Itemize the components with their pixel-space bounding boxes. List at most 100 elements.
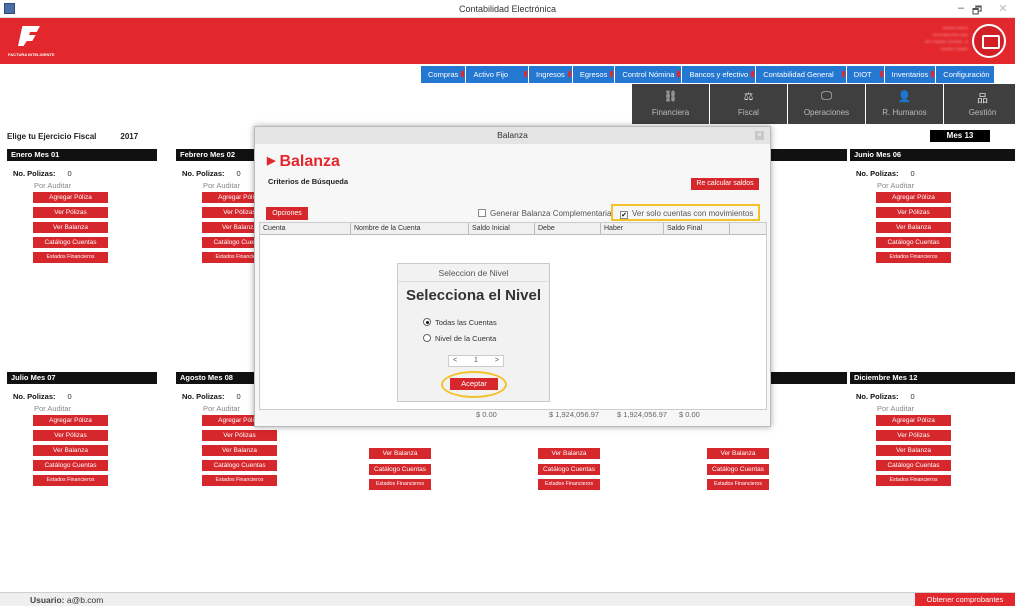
chevron-right-icon[interactable]: > — [495, 356, 499, 366]
ver-polizas-button[interactable]: Ver Pólizas — [876, 430, 951, 441]
mes-13-button[interactable]: Mes 13 — [930, 130, 990, 142]
tile-gestion[interactable]: 品 Gestión — [944, 84, 1015, 124]
agregar-poliza-button[interactable]: Agregar Póliza — [33, 415, 108, 426]
menu-item-inventarios[interactable]: Inventarios — [884, 66, 936, 83]
month-header: Enero Mes 01 — [7, 149, 157, 161]
menu-item-contabilidad-general[interactable]: Contabilidad General — [756, 66, 846, 83]
nivel-stepper[interactable]: < 1 > — [448, 355, 504, 367]
menu-label: Contabilidad General — [763, 70, 834, 79]
user-line: correo@correo.com — [932, 32, 968, 37]
agregar-poliza-button[interactable]: Agregar Póliza — [33, 192, 108, 203]
estados-financieros-button[interactable]: Estados Financieros — [33, 252, 108, 263]
heading-text: Balanza — [279, 153, 340, 170]
close-window-button[interactable]: ✕ — [996, 2, 1010, 15]
month-header-11-partial — [771, 372, 847, 384]
agregar-poliza-button[interactable]: Agregar Póliza — [202, 192, 254, 203]
estados-financieros-button[interactable]: Estados Financieros — [369, 479, 431, 490]
column-header-nombre[interactable]: Nombre de la Cuenta — [351, 223, 469, 234]
agregar-poliza-button[interactable]: Agregar Póliza — [876, 192, 951, 203]
ver-balanza-button[interactable]: Ver Balanza — [33, 222, 108, 233]
menu-item-control-nomina[interactable]: Control Nómina — [615, 66, 682, 83]
estados-financieros-button[interactable]: Estados Financieros — [876, 475, 951, 486]
total-haber: $ 1,924,056.97 — [617, 410, 668, 419]
stepper-value[interactable]: 1 — [474, 356, 478, 366]
radio-todas-cuentas[interactable]: Todas las Cuentas — [423, 318, 549, 327]
tile-label: Gestión — [968, 108, 997, 117]
column-header-debe[interactable]: Debe — [535, 223, 601, 234]
estados-financieros-button[interactable]: Estados Financieros — [33, 475, 108, 486]
radio-selected-icon[interactable] — [423, 318, 431, 326]
estados-financieros-button[interactable]: Estados Financieros — [202, 475, 277, 486]
ver-polizas-button[interactable]: Ver Pólizas — [876, 207, 951, 218]
user-line: RFC DEMO XXX000 - A — [924, 39, 968, 44]
ver-balanza-button[interactable]: Ver Balanza — [707, 448, 769, 459]
dropdown-indicator-icon — [677, 71, 681, 77]
ver-polizas-button[interactable]: Ver Pólizas — [33, 207, 108, 218]
ver-polizas-button[interactable]: Ver Pólizas — [202, 207, 254, 218]
catalogo-cuentas-button[interactable]: Catálogo Cuentas — [33, 237, 108, 248]
agregar-poliza-button[interactable]: Agregar Póliza — [876, 415, 951, 426]
generar-complementaria-checkbox[interactable]: Generar Balanza Complementaria — [478, 209, 611, 218]
column-header-saldo-inicial[interactable]: Saldo Inicial — [469, 223, 535, 234]
catalogo-cuentas-button[interactable]: Catálogo Cuentas — [33, 460, 108, 471]
polizas-count: No. Polizas: 0 — [13, 169, 157, 178]
catalogo-cuentas-button[interactable]: Catálogo Cuentas — [202, 237, 254, 248]
menu-item-ingresos[interactable]: Ingresos — [529, 66, 572, 83]
logo-text: FACTURA INTELIGENTE — [8, 52, 55, 57]
dropdown-indicator-icon — [841, 71, 845, 77]
menu-item-compras[interactable]: Compras — [421, 66, 466, 83]
ver-polizas-button[interactable]: Ver Pólizas — [202, 430, 277, 441]
catalogo-cuentas-button[interactable]: Catálogo Cuentas — [707, 464, 769, 475]
close-icon[interactable]: × — [755, 131, 764, 140]
menu-item-activo-fijo[interactable]: Activo Fijo — [466, 66, 529, 83]
recalcular-saldos-button[interactable]: Re calcular saldos — [691, 178, 759, 190]
catalogo-cuentas-button[interactable]: Catálogo Cuentas — [369, 464, 431, 475]
obtener-comprobantes-button[interactable]: Obtener comprobantes — [915, 593, 1015, 606]
catalogo-cuentas-button[interactable]: Catálogo Cuentas — [538, 464, 600, 475]
tile-label: Operaciones — [803, 108, 850, 117]
chevron-left-icon[interactable]: < — [453, 356, 457, 366]
minimize-button[interactable]: – — [954, 2, 968, 14]
month-card-02: Febrero Mes 02 No. Polizas: 0 Por Auditar… — [176, 149, 254, 269]
estados-financieros-button[interactable]: Estados Financieros — [538, 479, 600, 490]
logout-icon[interactable] — [972, 24, 1006, 58]
dropdown-indicator-icon — [461, 71, 465, 77]
ver-balanza-button[interactable]: Ver Balanza — [202, 222, 254, 233]
catalogo-cuentas-button[interactable]: Catálogo Cuentas — [876, 460, 951, 471]
catalogo-cuentas-button[interactable]: Catálogo Cuentas — [876, 237, 951, 248]
menu-item-configuracion[interactable]: Configuración — [936, 66, 994, 83]
tile-financiera[interactable]: ⛓ Financiera — [632, 84, 709, 124]
logo-mark-icon — [18, 26, 40, 46]
month-card-01: Enero Mes 01 No. Polizas: 0 Por Auditar A… — [7, 149, 157, 269]
ver-balanza-button[interactable]: Ver Balanza — [202, 445, 277, 456]
ver-polizas-button[interactable]: Ver Pólizas — [33, 430, 108, 441]
menu-item-bancos[interactable]: Bancos y efectivo — [682, 66, 756, 83]
tile-r-humanos[interactable]: 👤 R. Humanos — [866, 84, 943, 124]
ver-balanza-button[interactable]: Ver Balanza — [369, 448, 431, 459]
menu-item-egresos[interactable]: Egresos — [572, 66, 615, 83]
fiscal-year-value[interactable]: 2017 — [120, 132, 138, 141]
ver-balanza-button[interactable]: Ver Balanza — [876, 445, 951, 456]
radio-unselected-icon[interactable] — [423, 334, 431, 342]
menu-label: Egresos — [579, 70, 608, 79]
estados-financieros-button[interactable]: Estados Financieros — [707, 479, 769, 490]
ver-balanza-button[interactable]: Ver Balanza — [876, 222, 951, 233]
tile-label: Fiscal — [738, 108, 759, 117]
tile-fiscal[interactable]: ⚖ Fiscal — [710, 84, 787, 124]
polizas-count: No. Polizas: 0 — [856, 392, 1015, 401]
checkbox-unchecked-icon[interactable] — [478, 209, 486, 217]
estados-financieros-button[interactable]: Estados Financieros — [876, 252, 951, 263]
column-header-cuenta[interactable]: Cuenta — [260, 223, 351, 234]
tile-operaciones[interactable]: 🖵 Operaciones — [788, 84, 865, 124]
catalogo-cuentas-button[interactable]: Catálogo Cuentas — [202, 460, 277, 471]
menu-item-diot[interactable]: DIOT — [846, 66, 884, 83]
ver-balanza-button[interactable]: Ver Balanza — [538, 448, 600, 459]
opciones-button[interactable]: Opciones — [266, 207, 308, 220]
month-status: Por Auditar — [877, 404, 915, 413]
ver-balanza-button[interactable]: Ver Balanza — [33, 445, 108, 456]
column-header-haber[interactable]: Haber — [601, 223, 664, 234]
polizas-value: 0 — [236, 169, 241, 178]
estados-financieros-button[interactable]: Estados Financieros — [202, 252, 254, 263]
radio-nivel-cuenta[interactable]: Nivel de la Cuenta — [423, 334, 549, 343]
column-header-saldo-final[interactable]: Saldo Final — [664, 223, 730, 234]
